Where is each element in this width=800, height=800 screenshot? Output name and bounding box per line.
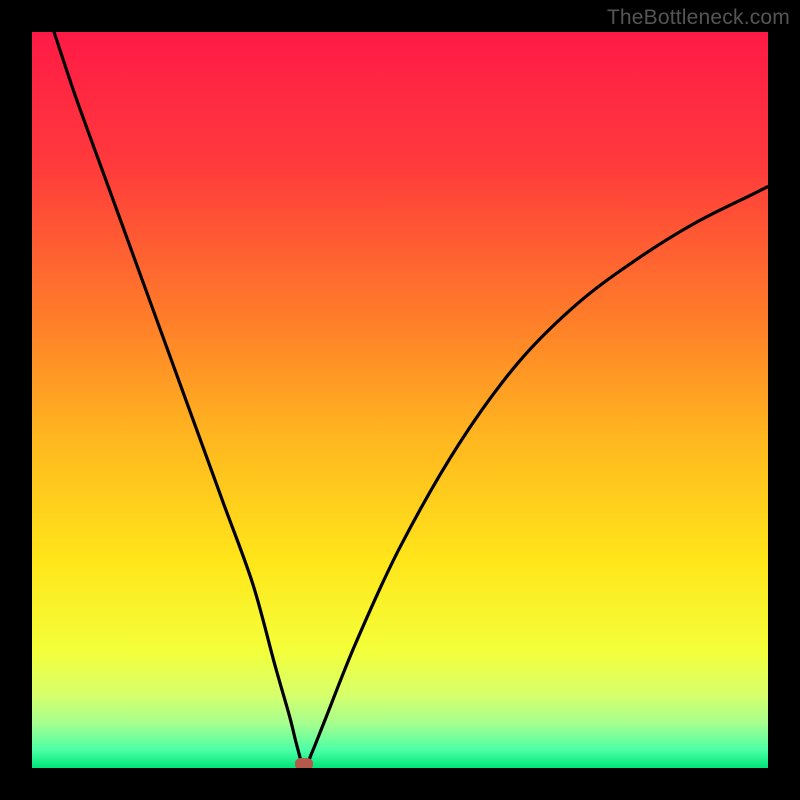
bottleneck-curve — [32, 32, 768, 768]
chart-frame: TheBottleneck.com — [0, 0, 800, 800]
optimal-point-marker — [295, 758, 313, 768]
plot-area — [32, 32, 768, 768]
watermark-label: TheBottleneck.com — [607, 6, 790, 30]
